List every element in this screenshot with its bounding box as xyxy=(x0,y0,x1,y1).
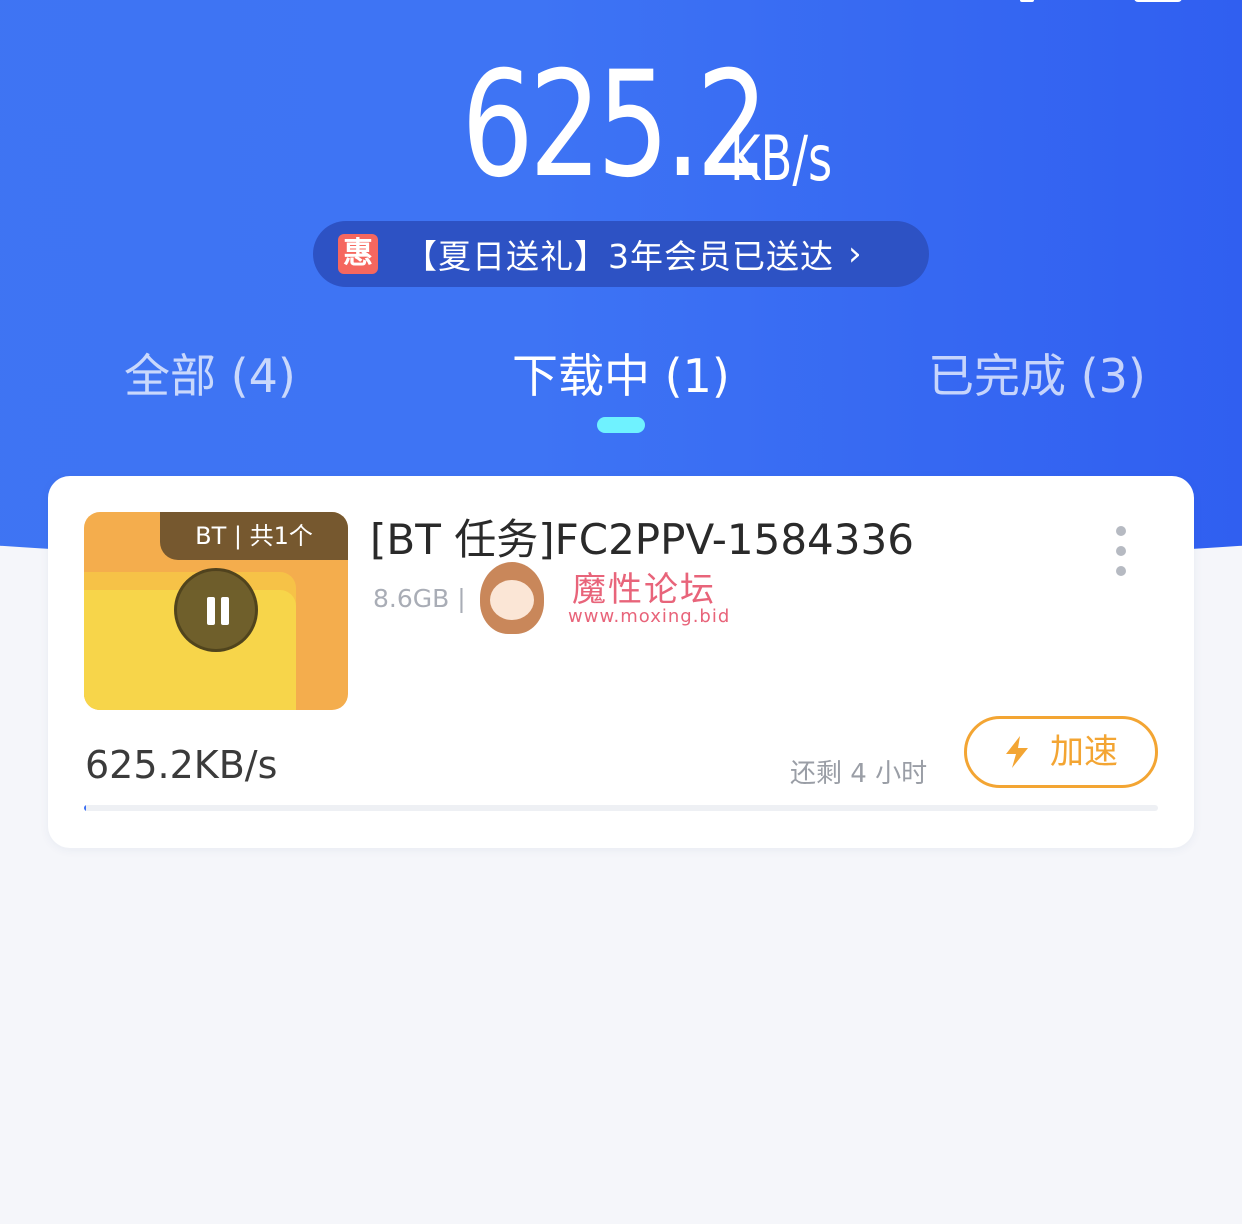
promo-banner[interactable]: 惠 【夏日送礼】3年会员已送达 › xyxy=(313,221,929,287)
task-speed: 625.2KB/s xyxy=(85,743,278,787)
promo-badge-icon: 惠 xyxy=(338,234,378,274)
battery-icon xyxy=(1134,0,1182,2)
lightning-icon xyxy=(1006,736,1028,768)
boost-button[interactable]: 加速 xyxy=(964,716,1158,788)
more-dot xyxy=(1116,546,1126,556)
speed-value: 625.2 xyxy=(461,40,768,210)
active-tab-indicator xyxy=(597,417,645,433)
bt-file-count-badge: BT | 共1个 xyxy=(160,512,348,560)
time-remaining: 还剩 4 小时 xyxy=(790,759,928,789)
signal-icon xyxy=(1020,0,1034,2)
promo-text: 【夏日送礼】3年会员已送达 xyxy=(404,237,834,276)
tab-downloading[interactable]: 下载中 (1) xyxy=(512,340,730,412)
folder-thumbnail: BT | 共1个 xyxy=(84,512,348,710)
speed-unit: KB/s xyxy=(729,122,833,195)
tab-all[interactable]: 全部 (4) xyxy=(124,340,296,412)
download-task-card[interactable]: BT | 共1个 [BT 任务]FC2PPV-1584336 8.6GB | 魔… xyxy=(48,476,1194,848)
watermark-url: www.moxing.bid xyxy=(568,606,731,627)
forum-watermark: 魔性论坛 www.moxing.bid xyxy=(480,558,780,658)
boost-label: 加速 xyxy=(1050,732,1118,772)
more-dot xyxy=(1116,526,1126,536)
progress-fill xyxy=(84,805,87,811)
chevron-right-icon: › xyxy=(848,234,862,274)
status-bar xyxy=(0,0,1242,10)
more-vertical-icon[interactable] xyxy=(1106,526,1136,576)
total-speed: 625.2 KB/s xyxy=(0,40,1242,200)
watermark-title: 魔性论坛 xyxy=(572,570,716,610)
tab-completed[interactable]: 已完成 (3) xyxy=(928,340,1146,412)
pause-icon[interactable] xyxy=(174,568,258,652)
tab-bar: 全部 (4) 下载中 (1) 已完成 (3) xyxy=(0,340,1242,420)
download-progress-bar xyxy=(84,805,1158,811)
watermark-mascot-icon xyxy=(480,562,544,634)
task-size: 8.6GB | xyxy=(373,584,466,613)
download-page: 625.2 KB/s 惠 【夏日送礼】3年会员已送达 › 全部 (4) 下载中 … xyxy=(0,0,1242,1224)
more-dot xyxy=(1116,566,1126,576)
